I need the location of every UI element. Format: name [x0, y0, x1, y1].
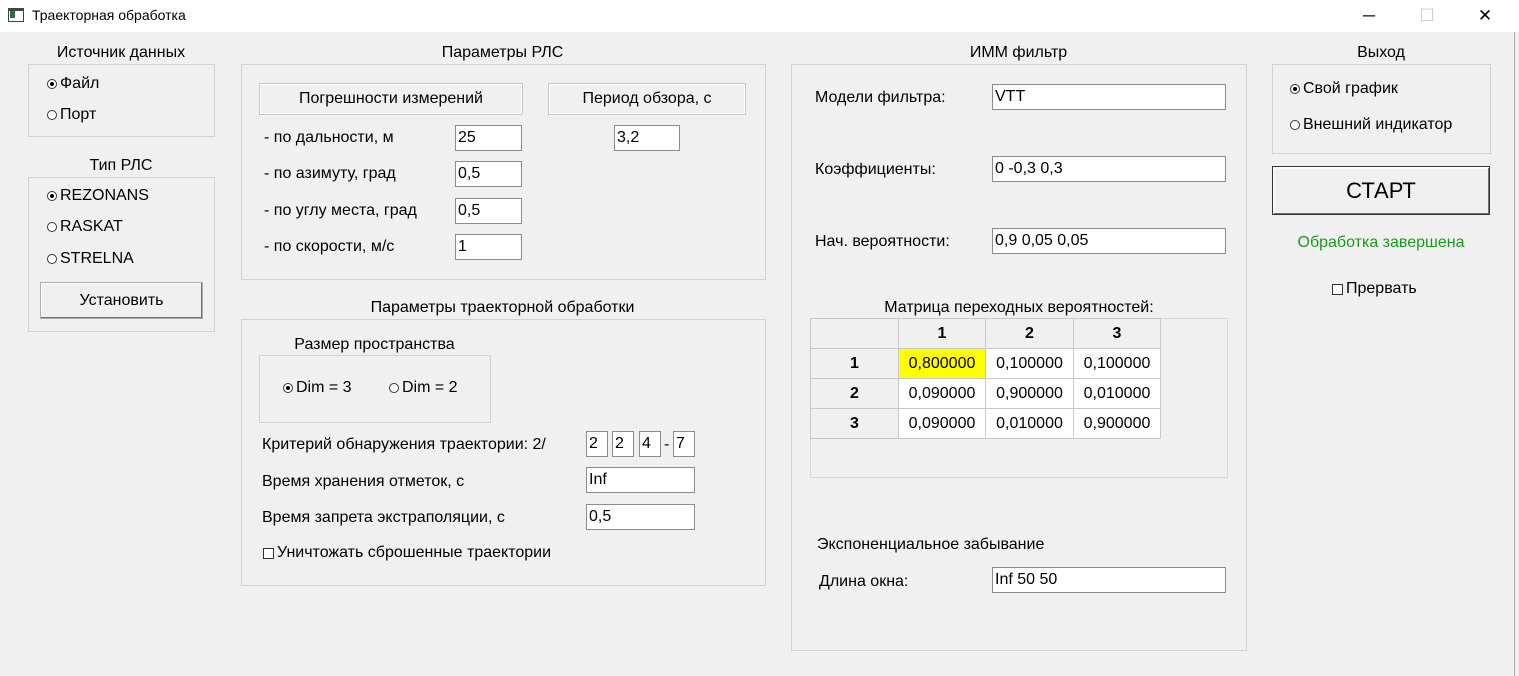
- criterion-input-4[interactable]: [673, 431, 695, 457]
- radar-option-strelna[interactable]: STRELNA: [47, 250, 134, 268]
- radio-icon: [283, 383, 293, 393]
- output-caption: Выход: [1357, 44, 1405, 61]
- forget-caption: Экспоненциальное забывание: [817, 536, 1045, 553]
- title-bar: Траекторная обработка ─ ☐ ✕: [0, 0, 1519, 32]
- models-input[interactable]: [992, 84, 1226, 110]
- window-length-label: Длина окна:: [819, 573, 909, 590]
- app-icon: [8, 8, 24, 22]
- space-caption: Размер пространства: [294, 336, 455, 353]
- matrix-corner: [810, 318, 899, 349]
- criterion-input-1[interactable]: [586, 431, 608, 457]
- matrix-cell[interactable]: 0,090000: [898, 378, 986, 409]
- source-caption: Источник данных: [56, 44, 186, 61]
- dim2-option[interactable]: Dim = 2: [389, 379, 458, 397]
- elevation-error-label: - по углу места, град: [264, 202, 417, 219]
- window-title: Траекторная обработка: [32, 7, 186, 23]
- radio-icon: [47, 254, 57, 264]
- checkbox-icon: [1332, 283, 1343, 295]
- matrix-cell[interactable]: 0,090000: [898, 408, 986, 439]
- radio-icon: [47, 222, 57, 232]
- errors-header: Погрешности измерений: [259, 83, 523, 115]
- radio-icon: [1290, 84, 1300, 94]
- extrap-label: Время запрета экстраполяции, с: [262, 509, 505, 526]
- radar-option-raskat[interactable]: RASKAT: [47, 218, 123, 236]
- matrix-col-header: 2: [985, 318, 1074, 349]
- radio-icon: [47, 191, 57, 201]
- minimize-icon[interactable]: ─: [1346, 0, 1392, 32]
- azimuth-error-input[interactable]: [455, 161, 522, 187]
- checkbox-icon: [263, 547, 274, 559]
- source-option-port[interactable]: Порт: [47, 106, 96, 124]
- period-header: Период обзора, с: [548, 83, 746, 115]
- radar-option-rezonans[interactable]: REZONANS: [47, 187, 149, 205]
- coef-label: Коэффициенты:: [815, 161, 936, 178]
- period-input[interactable]: [614, 125, 680, 151]
- radio-icon: [1290, 120, 1300, 130]
- matrix-col-header: 1: [898, 318, 986, 349]
- close-icon[interactable]: ✕: [1462, 0, 1508, 32]
- radio-icon: [47, 110, 57, 120]
- transition-matrix: 1 2 3 1 0,800000 0,100000 0,100000 2 0,0…: [810, 318, 1161, 439]
- matrix-row-header: 3: [810, 408, 899, 439]
- criterion-input-2[interactable]: [612, 431, 634, 457]
- maximize-icon[interactable]: ☐: [1404, 0, 1450, 32]
- velocity-error-input[interactable]: [455, 234, 522, 260]
- velocity-error-label: - по скорости, м/с: [264, 238, 395, 255]
- criterion-label: Критерий обнаружения траектории: 2/: [262, 436, 546, 453]
- radar-params-caption: Параметры РЛС: [441, 44, 564, 61]
- matrix-cell[interactable]: 0,800000: [898, 348, 986, 379]
- destroy-checkbox[interactable]: Уничтожать сброшенные траектории: [263, 544, 551, 562]
- matrix-row-header: 1: [810, 348, 899, 379]
- azimuth-error-label: - по азимуту, град: [264, 165, 396, 182]
- range-error-input[interactable]: [455, 125, 522, 151]
- matrix-cell[interactable]: 0,010000: [1073, 378, 1161, 409]
- output-option-external[interactable]: Внешний индикатор: [1290, 116, 1452, 134]
- matrix-cell[interactable]: 0,100000: [1073, 348, 1161, 379]
- matrix-col-header: 3: [1073, 318, 1161, 349]
- radio-icon: [389, 383, 399, 393]
- matrix-row-header: 2: [810, 378, 899, 409]
- radio-icon: [47, 79, 57, 89]
- output-group: [1272, 64, 1491, 154]
- matrix-cell[interactable]: 0,100000: [985, 348, 1074, 379]
- elevation-error-input[interactable]: [455, 198, 522, 224]
- prob-label: Нач. вероятности:: [815, 233, 950, 250]
- radar-type-caption: Тип РЛС: [89, 157, 153, 174]
- window-length-input[interactable]: [992, 567, 1226, 593]
- storage-input[interactable]: [586, 467, 695, 493]
- matrix-cell[interactable]: 0,900000: [1073, 408, 1161, 439]
- source-option-file[interactable]: Файл: [47, 75, 99, 93]
- storage-label: Время хранения отметок, с: [262, 473, 465, 490]
- status-text: Обработка завершена: [1297, 234, 1465, 251]
- abort-checkbox[interactable]: Прервать: [1332, 280, 1417, 298]
- matrix-cell[interactable]: 0,010000: [985, 408, 1074, 439]
- dim3-option[interactable]: Dim = 3: [283, 379, 352, 397]
- output-option-own-graph[interactable]: Свой график: [1290, 80, 1398, 98]
- window-border: [1514, 32, 1515, 676]
- extrap-input[interactable]: [586, 504, 695, 530]
- criterion-dash: -: [664, 436, 670, 453]
- models-label: Модели фильтра:: [815, 89, 946, 106]
- range-error-label: - по дальности, м: [264, 129, 394, 146]
- criterion-input-3[interactable]: [639, 431, 661, 457]
- coef-input[interactable]: [992, 156, 1226, 182]
- imm-caption: ИММ фильтр: [969, 44, 1068, 61]
- matrix-cell[interactable]: 0,900000: [985, 378, 1074, 409]
- matrix-caption: Матрица переходных вероятностей:: [884, 299, 1154, 316]
- track-params-caption: Параметры траекторной обработки: [370, 299, 635, 316]
- set-button[interactable]: Установить: [40, 282, 203, 319]
- prob-input[interactable]: [992, 228, 1226, 254]
- start-button[interactable]: СТАРТ: [1272, 166, 1490, 215]
